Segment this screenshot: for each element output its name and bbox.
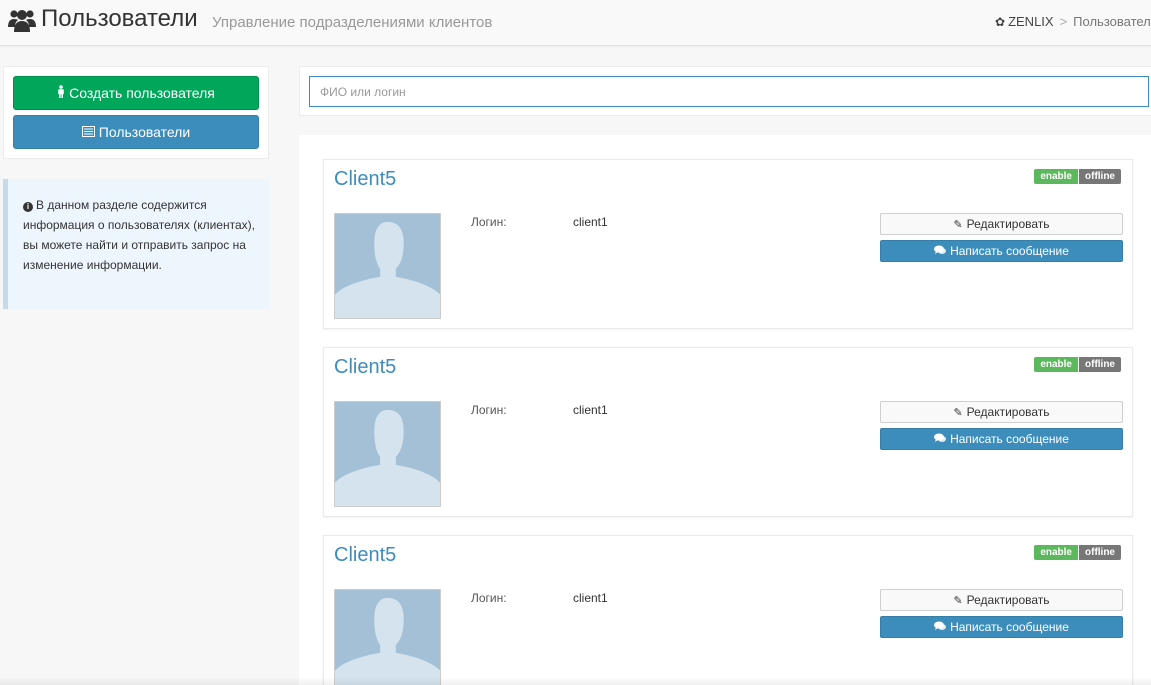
login-label: Логин: (471, 403, 507, 417)
edit-label: Редактировать (966, 405, 1050, 419)
user-name-link[interactable]: Client5 (334, 544, 396, 567)
presence-badge: offline (1079, 357, 1121, 372)
edit-user-button[interactable]: ✎ Редактировать (880, 401, 1123, 423)
login-value: client1 (573, 403, 608, 417)
user-name-link[interactable]: Client5 (334, 356, 396, 379)
edit-user-button[interactable]: ✎ Редактировать (880, 589, 1123, 611)
search-panel (299, 66, 1151, 116)
info-circle-icon: i (23, 202, 33, 212)
login-label: Логин: (471, 215, 507, 229)
send-message-button[interactable]: Написать сообщение (880, 616, 1123, 638)
breadcrumb-separator: > (1059, 14, 1068, 29)
avatar (334, 213, 441, 319)
status-badges: enable offline (1034, 357, 1121, 372)
send-message-button[interactable]: Написать сообщение (880, 428, 1123, 450)
comments-icon (934, 245, 947, 258)
presence-badge: offline (1079, 545, 1121, 560)
login-value: client1 (573, 591, 608, 605)
presence-badge: offline (1079, 169, 1121, 184)
users-list: Client5 enable offline Логин: client1 ✎ Р… (299, 135, 1151, 685)
gear-icon: ✿ (995, 15, 1006, 29)
bottom-shadow (0, 677, 1151, 685)
avatar (334, 401, 441, 507)
user-name-link[interactable]: Client5 (334, 168, 396, 191)
status-badge: enable (1034, 545, 1078, 560)
user-card: Client5 enable offline Логин: client1 ✎ Р… (323, 535, 1133, 685)
comments-icon (934, 621, 947, 634)
search-input[interactable] (309, 76, 1149, 107)
info-callout: iВ данном разделе содержится информация … (3, 179, 269, 309)
create-user-label: Создать пользователя (69, 85, 215, 101)
pencil-icon: ✎ (953, 594, 963, 607)
status-badges: enable offline (1034, 545, 1121, 560)
pencil-icon: ✎ (953, 218, 963, 231)
list-icon (81, 124, 95, 140)
avatar (334, 589, 441, 685)
message-label: Написать сообщение (950, 620, 1069, 634)
login-value: client1 (573, 215, 608, 229)
pencil-icon: ✎ (953, 406, 963, 419)
status-badge: enable (1034, 357, 1078, 372)
status-badges: enable offline (1034, 169, 1121, 184)
users-list-label: Пользователи (98, 124, 191, 140)
male-icon (57, 85, 65, 101)
send-message-button[interactable]: Написать сообщение (880, 240, 1123, 262)
breadcrumb: ✿ ZENLIX > Пользователи (995, 14, 1151, 29)
user-card: Client5 enable offline Логин: client1 ✎ Р… (323, 347, 1133, 517)
user-card: Client5 enable offline Логин: client1 ✎ Р… (323, 159, 1133, 329)
edit-label: Редактировать (966, 217, 1050, 231)
breadcrumb-current: Пользователи (1073, 14, 1151, 29)
create-user-button[interactable]: Создать пользователя (13, 76, 259, 110)
message-label: Написать сообщение (950, 244, 1069, 258)
page-subtitle: Управление подразделениями клиентов (212, 14, 493, 31)
page-header: Пользователи Управление подразделениями … (0, 0, 1151, 46)
comments-icon (934, 433, 947, 446)
status-badge: enable (1034, 169, 1078, 184)
actions-panel: Создать пользователя Пользователи (3, 66, 269, 159)
message-label: Написать сообщение (950, 432, 1069, 446)
page-title: Пользователи (41, 5, 198, 32)
login-label: Логин: (471, 591, 507, 605)
users-icon (8, 10, 36, 32)
info-text: В данном разделе содержится информация о… (23, 198, 255, 272)
edit-label: Редактировать (966, 593, 1050, 607)
edit-user-button[interactable]: ✎ Редактировать (880, 213, 1123, 235)
breadcrumb-home[interactable]: ZENLIX (1008, 14, 1054, 29)
users-list-button[interactable]: Пользователи (13, 115, 259, 149)
